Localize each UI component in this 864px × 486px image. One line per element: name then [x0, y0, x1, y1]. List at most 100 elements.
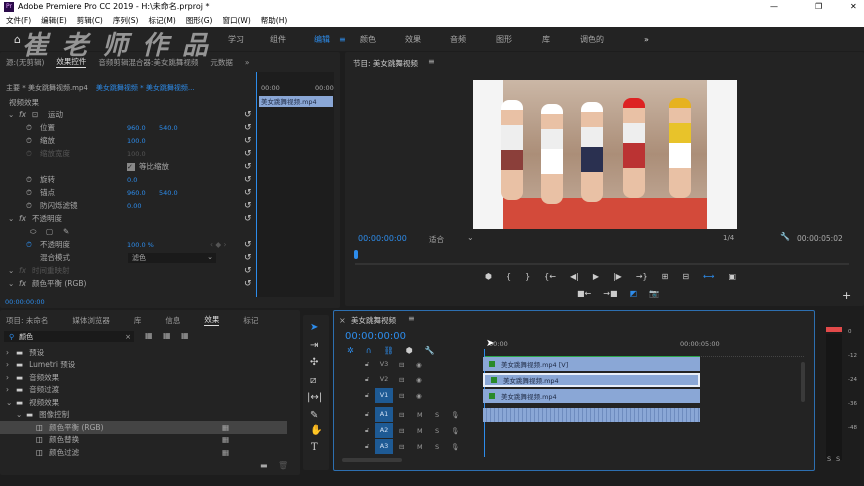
snap-icon[interactable]: ∩ [366, 346, 372, 355]
hand-tool-icon[interactable]: ✋ [310, 425, 322, 436]
razor-tool-icon[interactable]: ⧄ [310, 375, 316, 386]
go-to-in-icon[interactable]: {← [544, 272, 556, 281]
master-clip-select[interactable]: 主要 * 美女跳舞视频.mp4 [6, 83, 88, 93]
step-forward-icon[interactable]: |▶ [613, 272, 622, 281]
fx-icon[interactable]: fx [19, 110, 26, 119]
sync-lock-icon[interactable]: ⊟ [399, 411, 404, 419]
tab-effects[interactable]: 效果 [204, 314, 220, 326]
timeline-vertical-scrollbar[interactable] [801, 362, 805, 402]
reset-icon[interactable]: ↺ [244, 240, 252, 250]
play-icon[interactable]: ▶ [593, 272, 599, 281]
effect-controls-timecode[interactable]: 00:00:00:00 [5, 298, 45, 306]
selection-tool-icon[interactable]: ➤ [310, 322, 318, 333]
workspace-editing[interactable]: 编辑 [314, 34, 330, 45]
workspace-learn[interactable]: 学习 [228, 34, 244, 45]
menu-help[interactable]: 帮助(H) [261, 15, 288, 26]
reset-icon[interactable]: ↺ [244, 279, 252, 289]
mark-in-icon[interactable]: { [506, 272, 511, 281]
eye-icon[interactable]: ◉ [416, 392, 422, 400]
reset-icon[interactable]: ↺ [244, 110, 252, 120]
sync-lock-icon[interactable]: ⊟ [399, 392, 404, 400]
menu-clip[interactable]: 剪辑(C) [77, 15, 103, 26]
microphone-icon[interactable]: 🎙︎ [451, 443, 459, 451]
lock-track-icon[interactable]: 🔓︎ [365, 426, 369, 435]
chevron-right-icon[interactable]: › [6, 360, 16, 369]
property-value-y[interactable]: 540.0 [159, 189, 178, 197]
tab-project[interactable]: 项目: 未命名 [6, 315, 48, 326]
property-value[interactable]: 0.00 [127, 202, 141, 210]
ellipse-mask-icon[interactable]: ⬭ [30, 227, 36, 237]
lift-icon[interactable]: ■← [577, 289, 591, 298]
microphone-icon[interactable]: 🎙︎ [451, 411, 459, 419]
property-value[interactable]: 960.0 [127, 124, 146, 132]
close-button[interactable]: ✕ [850, 2, 857, 11]
solo-right[interactable]: S [836, 455, 840, 463]
slip-tool-icon[interactable]: |↔| [307, 392, 322, 403]
menu-file[interactable]: 文件(F) [6, 15, 31, 26]
home-icon[interactable]: ⌂ [14, 33, 21, 46]
program-timecode[interactable]: 00:00:00:00 [358, 234, 407, 243]
track-target[interactable]: A3 [375, 439, 393, 454]
workspace-assembly[interactable]: 组件 [270, 34, 286, 45]
stopwatch-icon[interactable]: ⏱ [26, 240, 32, 250]
tab-media-browser[interactable]: 媒体浏览器 [72, 315, 110, 326]
timeline-settings-icon[interactable]: 🔧 [425, 346, 435, 355]
expand-arrow-icon[interactable]: ⌄ [8, 266, 14, 275]
add-marker-icon[interactable]: ⬢ [485, 272, 492, 281]
clear-search-icon[interactable]: × [125, 333, 131, 341]
wrench-icon[interactable]: 🔧 [780, 232, 790, 241]
search-input[interactable]: 颜色 [19, 332, 33, 342]
effects-tree-item[interactable]: ◫ 颜色过滤 ▦ [0, 446, 287, 459]
effects-tree-item[interactable]: › ▬ 音频过渡 [0, 384, 287, 397]
stopwatch-icon[interactable]: ⏱ [26, 136, 32, 146]
reset-icon[interactable]: ↺ [244, 201, 252, 211]
add-marker-icon[interactable]: ⬢ [406, 346, 413, 355]
more-tabs-icon[interactable]: » [245, 58, 250, 67]
chevron-right-icon[interactable]: › [6, 385, 16, 394]
effects-tree-item[interactable]: › ▬ 音频效果 [0, 371, 287, 384]
extract-icon[interactable]: →■ [603, 289, 617, 298]
type-tool-icon[interactable]: T [311, 442, 318, 453]
chevron-right-icon[interactable]: › [6, 348, 16, 357]
sync-lock-icon[interactable]: ⊟ [399, 376, 404, 384]
property-value-y[interactable]: 540.0 [159, 124, 178, 132]
step-back-icon[interactable]: ◀| [570, 272, 579, 281]
reset-icon[interactable]: ↺ [244, 136, 252, 146]
effects-tree-item[interactable]: ⌄ ▬ 视频效果 [0, 396, 287, 409]
uniform-scale-checkbox[interactable]: ✓ [127, 162, 135, 171]
sync-lock-icon[interactable]: ⊟ [399, 361, 404, 369]
program-scrubber[interactable] [355, 255, 849, 265]
lock-track-icon[interactable]: 🔓︎ [365, 442, 369, 451]
eye-icon[interactable]: ◉ [416, 361, 422, 369]
workspace-custom[interactable]: 调色的 [580, 34, 604, 45]
export-frame-icon[interactable]: 📷 [649, 289, 659, 298]
lock-track-icon[interactable]: 🔓︎ [365, 391, 369, 400]
accelerated-effects-icon[interactable]: ▦ [145, 331, 153, 340]
stopwatch-icon[interactable]: ⏱ [26, 149, 32, 159]
new-bin-icon[interactable]: ▬ [260, 461, 268, 470]
sequence-clip-link[interactable]: 美女跳舞视频 * 美女跳舞视频... [96, 83, 195, 93]
stopwatch-icon[interactable]: ⏱ [26, 175, 32, 185]
workspace-menu-icon[interactable]: ≡ [339, 35, 346, 44]
motion-transform-icon[interactable]: ⊡ [32, 110, 38, 119]
tab-info[interactable]: 信息 [165, 315, 180, 326]
sync-lock-icon[interactable]: ⊟ [399, 427, 404, 435]
program-menu-icon[interactable]: ≡ [428, 57, 435, 66]
property-value[interactable]: 100.0 [127, 150, 146, 158]
safe-margins-icon[interactable]: ▣ [729, 272, 737, 281]
sync-lock-icon[interactable]: ⊟ [399, 443, 404, 451]
effects-tree-item[interactable]: ◫ 颜色平衡 (RGB) ▦ [0, 421, 287, 434]
menu-marker[interactable]: 标记(M) [148, 15, 175, 26]
workspace-color[interactable]: 颜色 [360, 34, 376, 45]
workspace-audio[interactable]: 音频 [450, 34, 466, 45]
insert-icon[interactable]: ⊞ [662, 272, 669, 281]
mute-button[interactable]: M [417, 411, 423, 419]
effects-tree-item[interactable]: › ▬ 预设 [0, 346, 287, 359]
mini-clip[interactable]: 美女跳舞视频.mp4 [259, 96, 333, 107]
comparison-view-icon[interactable]: ◩ [630, 289, 638, 298]
effects-tree-item[interactable]: ⌄ ▬ 图像控制 [0, 409, 287, 422]
clip-v1[interactable]: 美女跳舞视频.mp4 [483, 389, 700, 403]
pen-mask-icon[interactable]: ✎ [63, 227, 69, 236]
expand-arrow-icon[interactable]: ⌄ [8, 279, 14, 288]
reset-icon[interactable]: ↺ [244, 266, 252, 276]
